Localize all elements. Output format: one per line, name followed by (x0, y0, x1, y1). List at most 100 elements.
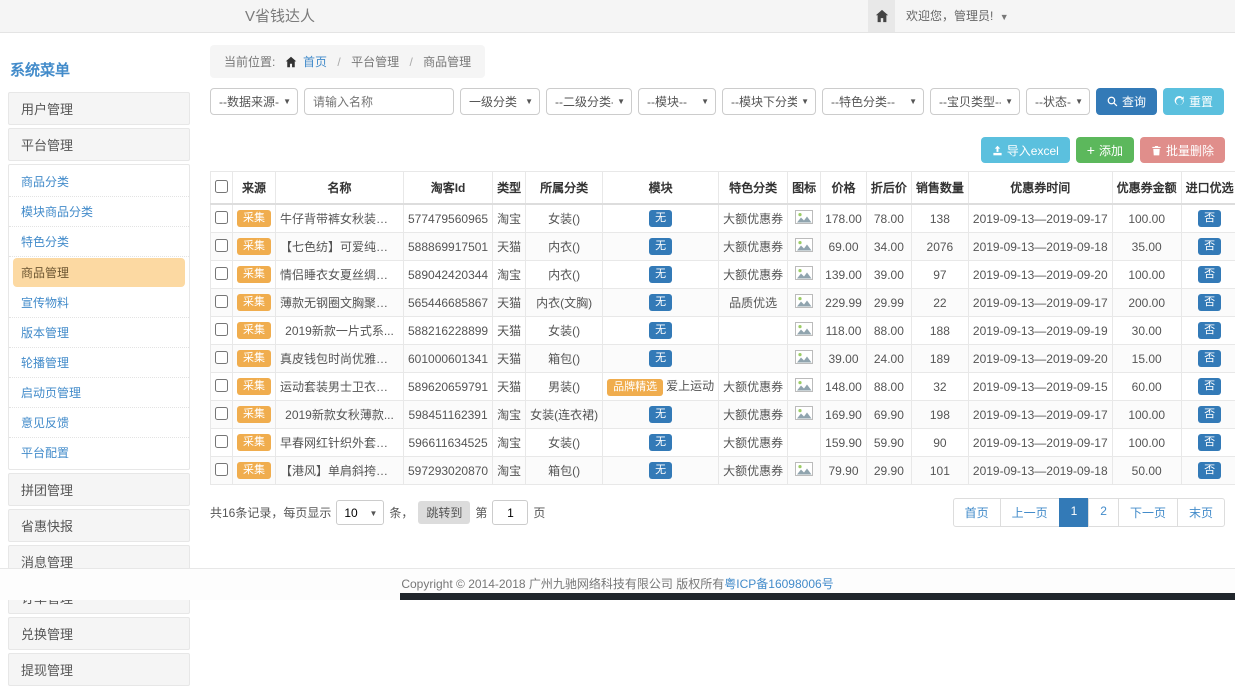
home-button[interactable] (868, 0, 895, 32)
table-row: 采集真皮钱包时尚优雅女士...601000601341天猫箱包()无39.002… (211, 345, 1235, 373)
discount-price: 29.99 (866, 289, 911, 317)
discount-price: 34.00 (866, 233, 911, 261)
status-select[interactable]: --状态-- (1026, 88, 1090, 115)
icon-cell (788, 289, 821, 317)
discount-price: 24.00 (866, 345, 911, 373)
sidebar-group-bottom-5[interactable]: 提现管理 (8, 653, 190, 686)
imported-badge[interactable]: 否 (1198, 266, 1221, 283)
sidebar-subitem-0[interactable]: 商品分类 (9, 167, 189, 197)
row-checkbox[interactable] (215, 295, 228, 308)
sales-count: 2076 (911, 233, 968, 261)
imported-badge[interactable]: 否 (1198, 294, 1221, 311)
price: 118.00 (821, 317, 867, 345)
sidebar-subitem-7[interactable]: 启动页管理 (9, 378, 189, 408)
batch-delete-button[interactable]: 批量删除 (1140, 137, 1225, 163)
app-title: V省钱达人 (245, 0, 315, 33)
row-checkbox[interactable] (215, 379, 228, 392)
breadcrumb-item: 商品管理 (423, 55, 471, 69)
imported-badge[interactable]: 否 (1198, 434, 1221, 451)
sidebar-subitem-3[interactable]: 商品管理 (13, 258, 185, 287)
module-select[interactable]: --模块-- (638, 88, 716, 115)
page-number-input[interactable] (492, 500, 528, 525)
table-row: 采集早春网红针织外套女春...596611634525淘宝女装()无大额优惠券1… (211, 429, 1235, 457)
row-checkbox[interactable] (215, 267, 228, 280)
feature-category-select[interactable]: --特色分类-- (822, 88, 924, 115)
table-row: 采集2019新款一片式系...588216228899天猫女装()无118.00… (211, 317, 1235, 345)
module-subcategory-select[interactable]: --模块下分类-- (722, 88, 816, 115)
next-page-button[interactable]: 下一页 (1118, 498, 1178, 527)
coupon-amount: 50.00 (1112, 457, 1181, 485)
sidebar-subitem-4[interactable]: 宣传物料 (9, 288, 189, 318)
sidebar-subitem-5[interactable]: 版本管理 (9, 318, 189, 348)
page-1-button[interactable]: 1 (1059, 498, 1090, 527)
sidebar-group-0[interactable]: 用户管理 (8, 92, 190, 125)
row-checkbox[interactable] (215, 323, 228, 336)
coupon-amount: 35.00 (1112, 233, 1181, 261)
sidebar-group-1[interactable]: 平台管理 (8, 128, 190, 161)
refresh-icon (1174, 96, 1185, 107)
filter-bar: --数据来源--▼一级分类▼--二级分类--▼--模块--▼--模块下分类--▼… (210, 88, 1225, 115)
row-checkbox[interactable] (215, 239, 228, 252)
select-all-checkbox[interactable] (215, 180, 228, 193)
imported-badge[interactable]: 否 (1198, 462, 1221, 479)
row-checkbox[interactable] (215, 351, 228, 364)
module-cell: 无 (603, 204, 719, 233)
add-button[interactable]: + 添加 (1076, 137, 1134, 163)
reset-button[interactable]: 重置 (1163, 88, 1224, 115)
user-menu[interactable]: 欢迎您，管理员! ▼ (906, 0, 1009, 34)
imported-badge[interactable]: 否 (1198, 406, 1221, 423)
icon-cell (788, 204, 821, 233)
image-thumbnail-icon (795, 350, 813, 364)
taoke-id: 601000601341 (404, 345, 493, 373)
data-source-select[interactable]: --数据来源-- (210, 88, 298, 115)
discount-price: 78.00 (866, 204, 911, 233)
feature-category: 大额优惠券 (719, 204, 788, 233)
item-type-select[interactable]: --宝贝类型-- (930, 88, 1020, 115)
module-badge: 无 (649, 350, 672, 367)
imported-badge[interactable]: 否 (1198, 350, 1221, 367)
sidebar-subitem-6[interactable]: 轮播管理 (9, 348, 189, 378)
icp-link[interactable]: 粤ICP备16098006号 (724, 577, 833, 591)
icon-cell (788, 373, 821, 401)
import-excel-button[interactable]: 导入excel (981, 137, 1070, 163)
name-input[interactable] (304, 88, 454, 115)
price: 139.00 (821, 261, 867, 289)
product-category: 女装() (526, 317, 603, 345)
imported-badge[interactable]: 否 (1198, 238, 1221, 255)
sidebar-subitem-2[interactable]: 特色分类 (9, 227, 189, 257)
search-button[interactable]: 查询 (1096, 88, 1157, 115)
sidebar-title: 系统菜单 (8, 55, 190, 92)
row-checkbox[interactable] (215, 463, 228, 476)
level2-category-select[interactable]: --二级分类-- (546, 88, 632, 115)
row-checkbox[interactable] (215, 211, 228, 224)
source-badge: 采集 (237, 238, 271, 255)
prev-page-button[interactable]: 上一页 (1000, 498, 1060, 527)
pagination-bar: 共16条记录，每页显示 10 ▼ 条， 跳转到 第 页 首页上一页12下一页末页 (210, 498, 1225, 527)
sidebar-subitem-1[interactable]: 模块商品分类 (9, 197, 189, 227)
breadcrumb-home-link[interactable]: 首页 (303, 55, 327, 69)
jump-button[interactable]: 跳转到 (418, 501, 470, 524)
imported-badge[interactable]: 否 (1198, 210, 1221, 227)
row-checkbox[interactable] (215, 435, 228, 448)
imported-badge[interactable]: 否 (1198, 378, 1221, 395)
icon-cell (788, 401, 821, 429)
imported-badge[interactable]: 否 (1198, 322, 1221, 339)
table-row: 采集运动套装男士卫衣初秋...589620659791天猫男装()品牌精选爱上运… (211, 373, 1235, 401)
coupon-time: 2019-09-13—2019-09-15 (968, 373, 1112, 401)
pager: 首页上一页12下一页末页 (953, 498, 1225, 527)
icon-cell (788, 317, 821, 345)
last-page-button[interactable]: 末页 (1177, 498, 1225, 527)
sidebar-group-bottom-4[interactable]: 兑换管理 (8, 617, 190, 650)
sidebar-group-bottom-1[interactable]: 省惠快报 (8, 509, 190, 542)
module-badge: 无 (649, 294, 672, 311)
image-thumbnail-icon (795, 378, 813, 392)
row-checkbox[interactable] (215, 407, 228, 420)
discount-price: 88.00 (866, 373, 911, 401)
sidebar-group-bottom-0[interactable]: 拼团管理 (8, 473, 190, 506)
sidebar-subitem-8[interactable]: 意见反馈 (9, 408, 189, 438)
sidebar-subitem-9[interactable]: 平台配置 (9, 438, 189, 467)
per-page-select[interactable]: 10 (336, 500, 384, 525)
page-2-button[interactable]: 2 (1088, 498, 1119, 527)
level1-category-select[interactable]: 一级分类 (460, 88, 540, 115)
first-page-button[interactable]: 首页 (953, 498, 1001, 527)
